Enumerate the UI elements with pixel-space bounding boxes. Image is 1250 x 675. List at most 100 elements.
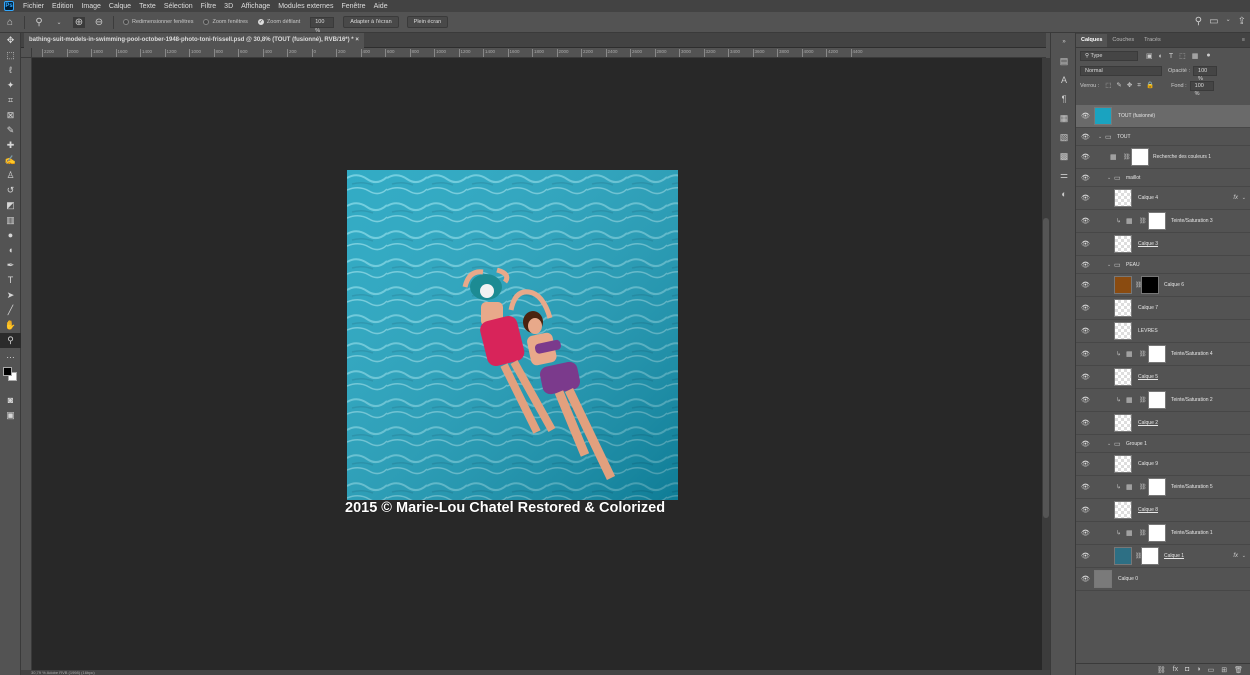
swatches-icon[interactable]: ▩ <box>1051 147 1077 166</box>
styles-icon[interactable]: ⚌ <box>1051 166 1077 185</box>
panel-menu-icon[interactable]: ≡ <box>1237 34 1250 47</box>
fx-icon[interactable]: fx <box>1173 666 1178 673</box>
layer-thumbnail[interactable] <box>1114 368 1132 386</box>
lock-icons[interactable]: ⬚✎✥⌗🔒 <box>1105 81 1159 90</box>
visibility-eye-icon[interactable]: 👁 <box>1081 552 1090 560</box>
layer-effects-icon[interactable]: fx <box>1233 553 1238 559</box>
layer-mask-thumbnail[interactable] <box>1148 478 1166 496</box>
properties-icon[interactable]: A <box>1051 71 1077 90</box>
more-tools-icon[interactable]: … <box>0 348 21 363</box>
layer-row[interactable]: 👁 LEVRES <box>1076 320 1250 343</box>
brush-tool-icon[interactable]: ✍ <box>0 153 21 168</box>
adjustments-icon[interactable]: ▧ <box>1051 128 1077 147</box>
quick-mask-icon[interactable]: ◙ <box>0 393 21 408</box>
trash-icon[interactable]: 🗑 <box>1234 666 1243 674</box>
layer-thumbnail[interactable] <box>1094 107 1112 125</box>
full-screen-button[interactable]: Plein écran <box>406 16 449 28</box>
menu-item-8[interactable]: Affichage <box>237 3 274 10</box>
path-selection-tool-icon[interactable]: ➤ <box>0 288 21 303</box>
layer-mask-thumbnail[interactable] <box>1131 148 1149 166</box>
foreground-color-swatch[interactable] <box>3 367 12 376</box>
adjustment-layer-icon[interactable]: ▦ <box>1126 396 1133 404</box>
adjustment-layer-icon[interactable]: ▦ <box>1126 350 1133 358</box>
visibility-eye-icon[interactable]: 👁 <box>1081 281 1090 289</box>
visibility-eye-icon[interactable]: 👁 <box>1081 304 1090 312</box>
pen-tool-icon[interactable]: ✒ <box>0 258 21 273</box>
layer-mask-thumbnail[interactable] <box>1141 547 1159 565</box>
fit-screen-button[interactable]: Adapter à l'écran <box>343 16 399 28</box>
tab-paths[interactable]: Tracés <box>1139 34 1166 47</box>
move-tool-icon[interactable]: ✥ <box>0 33 21 48</box>
resize-windows-checkbox[interactable]: Redimensionner fenêtres <box>123 19 193 25</box>
layer-thumbnail[interactable] <box>1114 414 1132 432</box>
clone-stamp-tool-icon[interactable]: ♙ <box>0 168 21 183</box>
layer-row[interactable]: 👁 Calque 3 <box>1076 233 1250 256</box>
healing-brush-tool-icon[interactable]: ✚ <box>0 138 21 153</box>
visibility-eye-icon[interactable]: 👁 <box>1081 373 1090 381</box>
layer-thumbnail[interactable] <box>1114 299 1132 317</box>
layer-row[interactable]: 👁 ↳ ▦ ⛓ Teinte/Saturation 1 <box>1076 522 1250 545</box>
menu-item-10[interactable]: Fenêtre <box>337 3 369 10</box>
tab-channels[interactable]: Couches <box>1107 34 1139 47</box>
visibility-eye-icon[interactable]: 👁 <box>1081 174 1090 182</box>
zoom-tool-icon[interactable]: ⚲ <box>0 333 21 348</box>
frame-tool-icon[interactable]: ⊠ <box>0 108 21 123</box>
tab-layers[interactable]: Calques <box>1076 34 1108 47</box>
paragraph-icon[interactable]: ¶ <box>1051 90 1077 109</box>
layer-row[interactable]: 👁 ⛓ Calque 1 fx ⌄ <box>1076 545 1250 568</box>
layer-row[interactable]: 👁 Calque 2 <box>1076 412 1250 435</box>
chevron-down-icon[interactable]: ⌄ <box>1242 553 1246 559</box>
hand-tool-icon[interactable]: ✋ <box>0 318 21 333</box>
menu-item-4[interactable]: Texte <box>135 3 160 10</box>
visibility-eye-icon[interactable]: 👁 <box>1081 327 1090 335</box>
layer-thumbnail[interactable] <box>1114 455 1132 473</box>
fill-field[interactable]: 100 % <box>1189 80 1214 97</box>
layer-row[interactable]: 👁 ↳ ▦ ⛓ Teinte/Saturation 3 <box>1076 210 1250 233</box>
menu-item-6[interactable]: Filtre <box>197 3 221 10</box>
visibility-eye-icon[interactable]: 👁 <box>1081 133 1090 141</box>
visibility-eye-icon[interactable]: 👁 <box>1081 529 1090 537</box>
link-icon[interactable]: ⛓ <box>1139 397 1147 404</box>
eyedropper-tool-icon[interactable]: ✎ <box>0 123 21 138</box>
layer-effects-icon[interactable]: fx <box>1233 195 1238 201</box>
group-expand-icon[interactable]: ⌄ <box>1107 262 1111 268</box>
layer-thumbnail[interactable] <box>1114 501 1132 519</box>
layer-row[interactable]: 👁 Calque 0 <box>1076 568 1250 591</box>
link-icon[interactable]: ⛓ <box>1139 351 1147 358</box>
color-wheel-icon[interactable]: ◐ <box>1051 185 1077 204</box>
scrubby-zoom-checkbox[interactable]: ✓ Zoom défilant <box>257 19 300 25</box>
zoom-windows-checkbox[interactable]: Zoom fenêtres <box>203 19 248 25</box>
layer-mask-thumbnail[interactable] <box>1148 212 1166 230</box>
history-icon[interactable]: ▤ <box>1051 52 1077 71</box>
link-layers-icon[interactable]: ⛓ <box>1157 666 1166 674</box>
layer-row[interactable]: 👁 ▦ ⛓ Recherche des couleurs 1 <box>1076 146 1250 169</box>
layer-row[interactable]: 👁 ↳ ▦ ⛓ Teinte/Saturation 2 <box>1076 389 1250 412</box>
layer-row[interactable]: 👁 ⌄ ▭ maillot <box>1076 169 1250 187</box>
visibility-eye-icon[interactable]: 👁 <box>1081 217 1090 225</box>
new-layer-icon[interactable]: ⊞ <box>1221 666 1227 674</box>
layer-row[interactable]: 👁 Calque 5 <box>1076 366 1250 389</box>
layer-row[interactable]: 👁 ↳ ▦ ⛓ Teinte/Saturation 5 <box>1076 476 1250 499</box>
menu-item-0[interactable]: Fichier <box>19 3 48 10</box>
menu-item-9[interactable]: Modules externes <box>274 3 337 10</box>
group-expand-icon[interactable]: ⌄ <box>1107 441 1111 447</box>
layer-row[interactable]: 👁 Calque 4 fx ⌄ <box>1076 187 1250 210</box>
opacity-field[interactable]: 100 % <box>1193 65 1218 82</box>
search-icon[interactable]: ⚲ <box>1195 16 1202 27</box>
filter-icons[interactable]: ▣◐T⬚▦ <box>1146 52 1204 60</box>
zoom-tool-icon[interactable]: ⚲ <box>33 17 45 28</box>
layer-row[interactable]: 👁 Calque 8 <box>1076 499 1250 522</box>
new-group-icon[interactable]: ▭ <box>1208 666 1215 674</box>
group-expand-icon[interactable]: ⌄ <box>1098 134 1102 140</box>
adjustment-layer-icon[interactable]: ▦ <box>1126 483 1133 491</box>
add-mask-icon[interactable]: ◘ <box>1185 666 1189 673</box>
share-icon[interactable]: ⇪ <box>1238 16 1246 27</box>
zoom-value-field[interactable]: 100 % <box>310 16 335 34</box>
layer-mask-thumbnail[interactable] <box>1148 391 1166 409</box>
layer-row[interactable]: 👁 ⌄ ▭ Groupe 1 <box>1076 435 1250 453</box>
magic-wand-tool-icon[interactable]: ✦ <box>0 78 21 93</box>
document-tab[interactable]: bathing-suit-models-in-swimming-pool-oct… <box>24 33 364 48</box>
new-adjustment-icon[interactable]: ◑ <box>1196 666 1200 673</box>
visibility-eye-icon[interactable]: 👁 <box>1081 419 1090 427</box>
chevron-down-icon[interactable]: ⌄ <box>53 19 65 26</box>
